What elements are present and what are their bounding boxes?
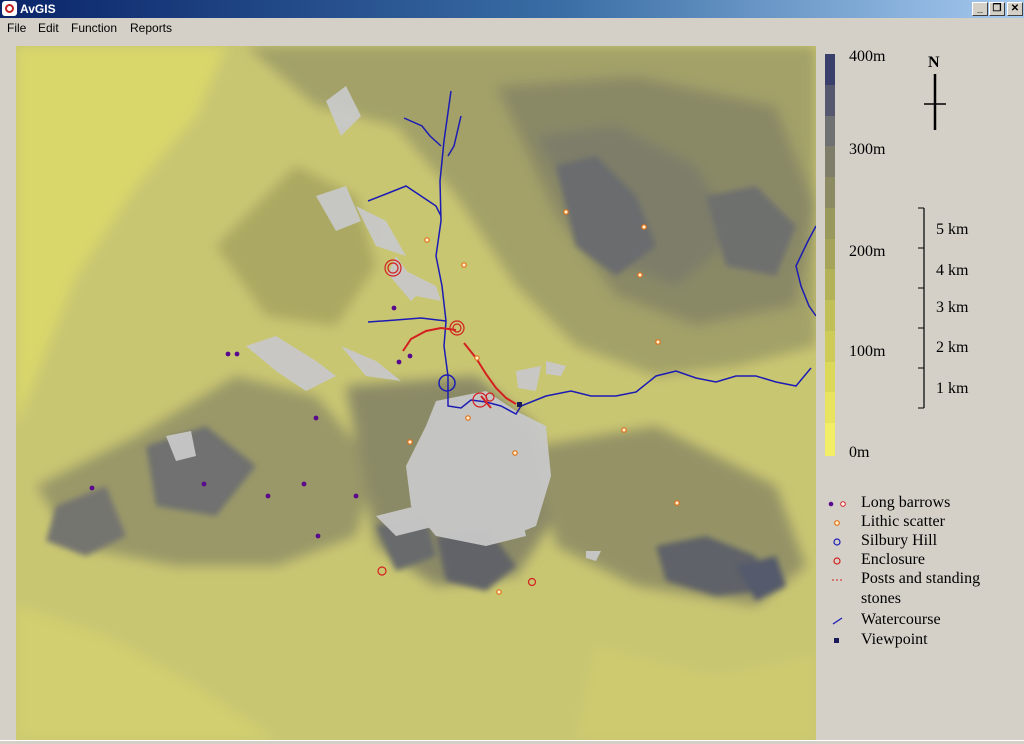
close-button[interactable]: ✕ — [1007, 2, 1023, 16]
legend-label: Posts and standing stones — [861, 570, 981, 607]
colorbar-band — [825, 269, 835, 303]
distance-label-2km: 2 km — [936, 339, 969, 356]
elevation-colorbar — [825, 54, 835, 456]
colorbar-band — [825, 54, 835, 87]
distance-label-5km: 5 km — [936, 221, 969, 238]
legend-label: Lithic scatter — [861, 513, 945, 530]
colorbar-band — [825, 300, 835, 333]
elevation-label-400: 400m — [849, 48, 886, 65]
legend-label: Long barrows — [861, 494, 951, 511]
colorbar-band — [825, 392, 835, 426]
legend-label: Enclosure — [861, 551, 925, 568]
colorbar-band — [825, 238, 835, 272]
window-title: AvGIS — [20, 2, 56, 16]
distance-label-3km: 3 km — [936, 299, 969, 316]
colorbar-band — [825, 115, 835, 149]
legend-label: Viewpoint — [861, 631, 928, 648]
app-icon — [2, 1, 17, 16]
colorbar-band — [825, 146, 835, 180]
menu-bar: File Edit Function Reports — [0, 18, 1024, 38]
silbury-hill-legend-icon — [833, 538, 841, 546]
restore-button[interactable]: ❐ — [989, 2, 1005, 16]
posts-legend-icon — [832, 579, 844, 581]
menu-function[interactable]: Function — [71, 21, 117, 35]
legend-label: Watercourse — [861, 611, 941, 628]
terrain-map — [16, 46, 816, 740]
elevation-label-0: 0m — [849, 444, 870, 461]
menu-edit[interactable]: Edit — [38, 21, 59, 35]
north-arrow-icon — [924, 74, 946, 130]
colorbar-band — [825, 177, 835, 210]
map-canvas[interactable] — [16, 46, 816, 740]
status-bar — [0, 740, 1024, 744]
elevation-label-200: 200m — [849, 243, 886, 260]
title-bar: AvGIS _ ❐ ✕ — [0, 0, 1024, 18]
menu-file[interactable]: File — [7, 21, 26, 35]
north-label: N — [928, 54, 940, 71]
menu-reports[interactable]: Reports — [130, 21, 172, 35]
colorbar-band — [825, 423, 835, 456]
minimize-button[interactable]: _ — [972, 2, 988, 16]
distance-label-4km: 4 km — [936, 262, 969, 279]
elevation-label-100: 100m — [849, 343, 886, 360]
colorbar-band — [825, 84, 835, 118]
colorbar-band — [825, 361, 835, 395]
elevation-label-300: 300m — [849, 141, 886, 158]
long-barrows-legend-icon — [828, 501, 846, 507]
distance-label-1km: 1 km — [936, 380, 969, 397]
viewpoint-marker — [517, 402, 522, 407]
watercourse-legend-icon — [832, 617, 843, 625]
side-panel: 400m 300m 200m 100m 0m N 5 km 4 km 3 km … — [816, 46, 1024, 740]
enclosure-legend-icon — [833, 557, 841, 565]
colorbar-band — [825, 207, 835, 241]
viewpoint-legend-icon — [834, 638, 839, 643]
legend-label: Silbury Hill — [861, 532, 938, 549]
distance-scale-bar — [918, 207, 925, 409]
lithic-scatter-legend-icon — [834, 520, 840, 526]
colorbar-band — [825, 330, 835, 364]
